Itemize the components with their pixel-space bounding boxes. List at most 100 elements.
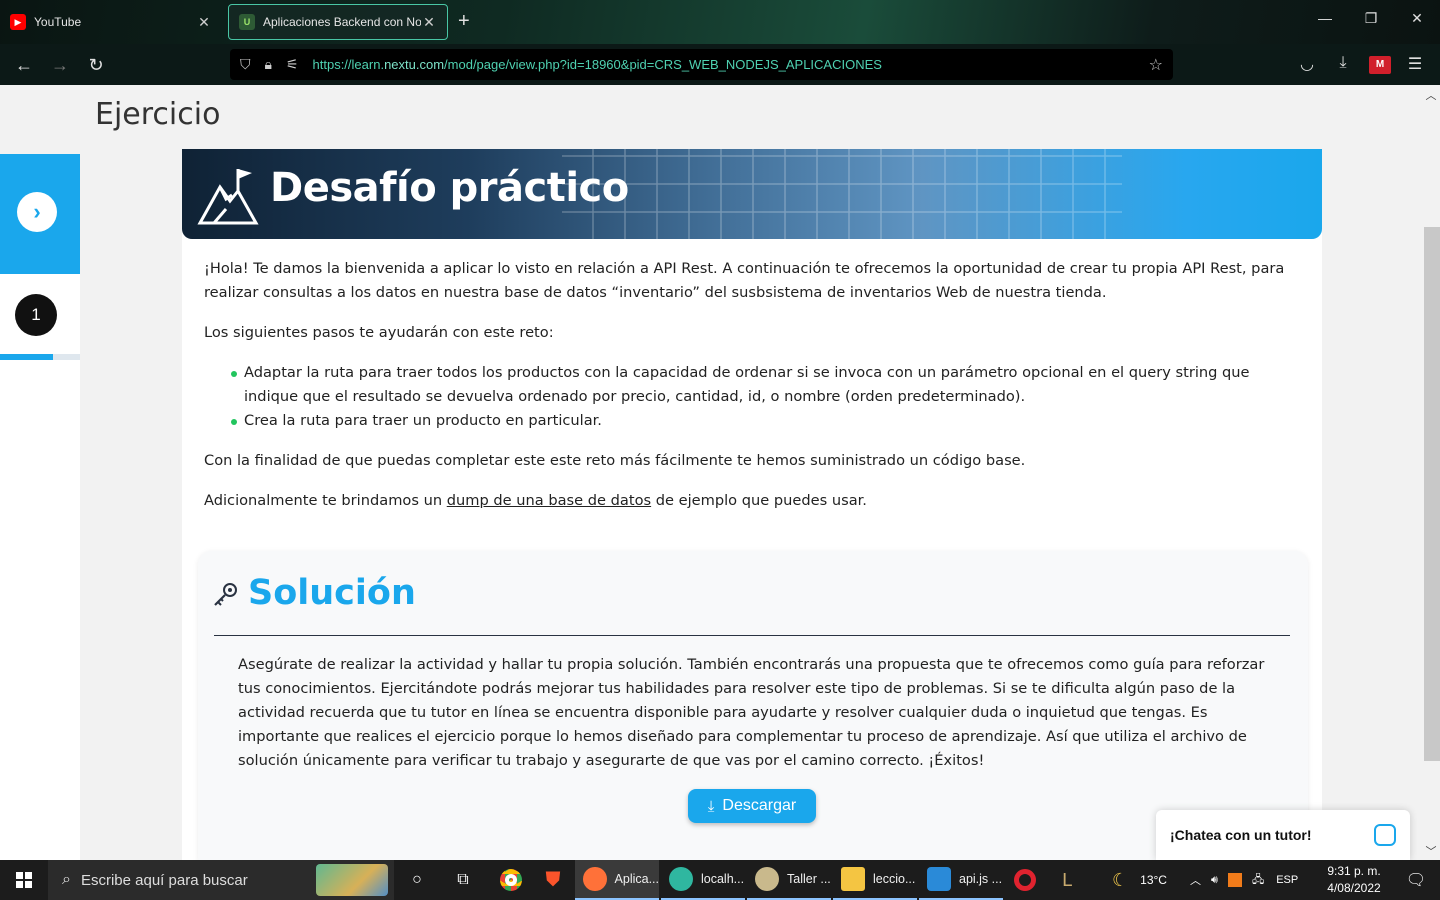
lock-icon[interactable]: 🔒︎ (265, 56, 272, 73)
next-step-panel[interactable]: › (0, 154, 80, 274)
close-icon[interactable]: ✕ (421, 14, 437, 31)
bookmark-star-icon[interactable]: ☆ (1149, 55, 1163, 75)
base-code-paragraph: Con la finalidad de que puedas completar… (204, 452, 1026, 469)
moon-icon: ☾ (1112, 869, 1129, 890)
divider (214, 635, 1290, 636)
mountain-flag-icon (197, 169, 259, 225)
volume-icon[interactable]: 🔊︎ (1211, 874, 1218, 887)
challenge-body: ¡Hola! Te damos la bienvenida a aplicar … (204, 257, 1302, 529)
browser-nav-bar: ← → ↻ ⛉ 🔒︎ ⚟ https://learn.nextu.com/mod… (0, 44, 1440, 85)
clock-time: 9:31 p. m. (1327, 864, 1381, 878)
weather-widget[interactable]: ☾ 13°C (1112, 860, 1167, 900)
task-view-icon[interactable]: ⧉ (446, 860, 480, 900)
steps-list: Adaptar la ruta para traer todos los pro… (231, 361, 1302, 433)
network-icon[interactable]: 🖧︎ (1252, 871, 1264, 890)
taskbar-app-explorer[interactable]: leccio... (833, 860, 917, 900)
brave-icon[interactable]: ⛊ (538, 860, 568, 900)
forward-button[interactable]: → (47, 52, 73, 78)
chevron-up-icon[interactable]: ︿ (1190, 872, 1201, 888)
taskbar-app-paint[interactable]: Taller ... (747, 860, 831, 900)
search-highlight-image (316, 864, 388, 896)
close-icon[interactable]: ✕ (196, 14, 212, 31)
taskbar-search[interactable]: ⌕ Escribe aquí para buscar (48, 860, 394, 900)
start-button[interactable] (0, 860, 48, 900)
youtube-icon: ▶ (10, 14, 26, 30)
taskbar-app-label: Taller ... (787, 872, 831, 886)
step-number-badge[interactable]: 1 (15, 294, 57, 336)
content-card: Desafío práctico ¡Hola! Te damos la bien… (182, 149, 1322, 860)
clock-date: 4/08/2022 (1327, 881, 1381, 895)
vscode-icon (927, 867, 951, 891)
reload-button[interactable]: ↻ (83, 52, 109, 78)
permissions-icon[interactable]: ⚟ (286, 56, 299, 73)
list-item: Adaptar la ruta para traer todos los pro… (231, 361, 1302, 409)
chrome-icon[interactable] (494, 860, 528, 900)
paint-icon (755, 867, 779, 891)
tab-title: YouTube (34, 15, 82, 29)
browser-tab-bar: ▶ YouTube ✕ U Aplicaciones Backend con N… (0, 0, 1440, 44)
key-icon (214, 583, 237, 606)
app-tray-icon[interactable] (1227, 873, 1242, 887)
database-dump-link[interactable]: dump de una base de datos (447, 492, 651, 509)
chat-label[interactable]: ¡Chatea con un tutor! (1170, 827, 1374, 843)
new-tab-button[interactable]: + (458, 10, 470, 32)
taskbar-app-label: localh... (701, 872, 745, 886)
download-icon: ⤓ (707, 797, 715, 815)
steps-intro: Los siguientes pasos te ayudarán con est… (204, 324, 554, 341)
pocket-icon[interactable]: ◡ (1296, 54, 1318, 74)
taskbar-app-label: api.js ... (959, 872, 1003, 886)
scroll-down-icon[interactable]: ﹀ (1422, 843, 1440, 859)
taskbar-app-vscode[interactable]: api.js ... (919, 860, 1003, 900)
download-button[interactable]: ⤓ Descargar (688, 789, 816, 823)
solution-text: Asegúrate de realizar la actividad y hal… (238, 656, 1265, 769)
search-icon: ⌕ (62, 871, 71, 888)
back-button[interactable]: ← (11, 52, 37, 78)
scrollbar-thumb[interactable] (1424, 227, 1440, 761)
cortana-icon[interactable]: ○ (400, 860, 434, 900)
folder-icon (841, 867, 865, 891)
banner-title: Desafío práctico (270, 165, 629, 211)
taskbar-app-edge[interactable]: localh... (661, 860, 745, 900)
search-placeholder: Escribe aquí para buscar (80, 871, 248, 889)
lesson-sidebar: › 1 (0, 154, 80, 860)
chevron-right-icon[interactable]: › (17, 192, 57, 232)
language-indicator[interactable]: ESP (1276, 874, 1298, 886)
page-title: Ejercicio (95, 97, 221, 132)
taskbar-app-label: leccio... (873, 872, 916, 886)
solution-box: Solución Asegúrate de realizar la activi… (198, 551, 1308, 860)
step-progress-bar (0, 354, 80, 360)
league-icon[interactable]: ᒪ (1052, 860, 1082, 900)
page-viewport: Ejercicio › 1 Desafío práctico ¡Hola! Te… (0, 85, 1440, 860)
scroll-up-icon[interactable]: ︿ (1422, 87, 1440, 103)
dump-paragraph: Adicionalmente te brindamos un dump de u… (204, 492, 867, 509)
intro-paragraph: ¡Hola! Te damos la bienvenida a aplicar … (204, 260, 1285, 301)
firefox-icon (583, 867, 607, 891)
list-item: Crea la ruta para traer un producto en p… (231, 409, 1302, 433)
minimize-button[interactable]: ― (1302, 10, 1348, 26)
downloads-icon[interactable]: ⤓ (1332, 54, 1354, 72)
url-bar[interactable]: ⛉ 🔒︎ ⚟ https://learn.nextu.com/mod/page/… (230, 49, 1173, 80)
restore-button[interactable]: ❐ (1348, 10, 1394, 27)
opera-icon[interactable] (1010, 860, 1040, 900)
tray-icons[interactable]: ︿ 🔊︎ 🖧︎ ESP (1190, 860, 1298, 900)
download-label: Descargar (722, 797, 797, 814)
windows-taskbar: ⌕ Escribe aquí para buscar ○ ⧉ ⛊ Aplica.… (0, 860, 1440, 900)
weather-temp: 13°C (1140, 873, 1167, 887)
tutor-chat-widget[interactable]: ¡Chatea con un tutor! (1156, 810, 1410, 860)
menu-icon[interactable]: ☰ (1404, 54, 1426, 74)
edge-icon (669, 867, 693, 891)
shield-icon[interactable]: ⛉ (240, 56, 251, 73)
tab-nextu[interactable]: U Aplicaciones Backend con NodeJS ✕ (228, 4, 448, 40)
mcafee-icon[interactable]: M (1369, 56, 1391, 74)
tab-youtube[interactable]: ▶ YouTube ✕ (0, 4, 222, 40)
close-window-button[interactable]: ✕ (1394, 10, 1440, 27)
url-text[interactable]: https://learn.nextu.com/mod/page/view.ph… (313, 57, 1149, 72)
windows-logo-icon (16, 872, 32, 888)
chat-bubble-icon[interactable] (1374, 824, 1396, 846)
page-scrollbar[interactable]: ︿ ﹀ (1422, 85, 1440, 860)
taskbar-app-firefox[interactable]: Aplica... (575, 860, 659, 900)
nextu-icon: U (239, 14, 255, 30)
notifications-icon[interactable]: 🗨︎ (1396, 860, 1436, 900)
system-clock[interactable]: 9:31 p. m. 4/08/2022 (1318, 863, 1390, 897)
challenge-banner: Desafío práctico (182, 149, 1322, 239)
